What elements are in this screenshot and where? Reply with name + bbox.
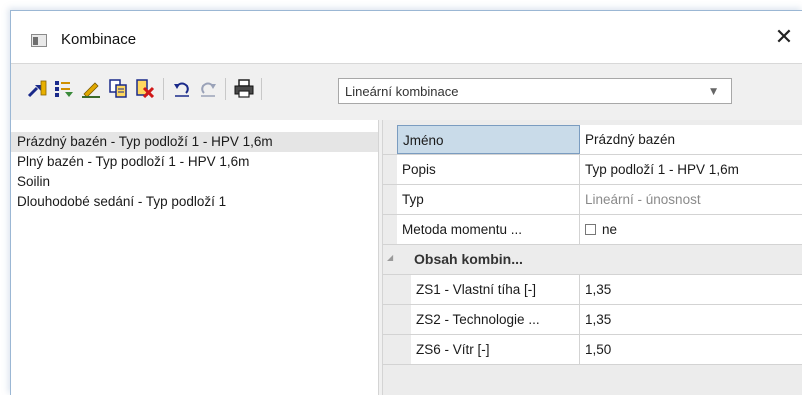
redo-icon[interactable]	[197, 78, 219, 98]
coefficient-field[interactable]: 1,35	[580, 275, 802, 304]
collapse-icon[interactable]: ◢	[387, 253, 393, 262]
edit-icon[interactable]	[80, 78, 102, 98]
category-label: Obsah kombin...	[414, 251, 523, 267]
property-row: Metoda momentu ... ne	[383, 215, 802, 245]
coefficient-field[interactable]: 1,50	[580, 335, 802, 364]
combination-type-select[interactable]: Lineární kombinace ▼	[338, 78, 732, 104]
list-item[interactable]: Soilin	[17, 172, 50, 192]
property-row: ZS1 - Vlastní tíha [-] 1,35	[383, 275, 802, 305]
property-name[interactable]: Typ	[397, 185, 580, 214]
coefficient-field[interactable]: 1,35	[580, 305, 802, 334]
toolbar-separator	[261, 78, 262, 100]
list-item[interactable]: Prázdný bazén - Typ podloží 1 - HPV 1,6m	[11, 132, 378, 152]
property-name[interactable]: Metoda momentu ...	[397, 215, 580, 244]
row-gutter	[383, 305, 411, 334]
window-title: Kombinace	[61, 31, 137, 48]
row-gutter	[383, 215, 397, 244]
row-gutter	[383, 185, 397, 214]
toolbar-separator	[225, 78, 226, 100]
undo-icon[interactable]	[171, 78, 193, 98]
row-gutter	[383, 275, 411, 304]
new-combination-icon[interactable]	[26, 78, 48, 98]
print-icon[interactable]	[233, 78, 255, 98]
property-name[interactable]: ZS6 - Vítr [-]	[411, 335, 580, 364]
list-item[interactable]: Dlouhodobé sedání - Typ podloží 1	[17, 192, 226, 212]
property-name[interactable]: Jméno	[397, 125, 580, 154]
combination-list: Prázdný bazén - Typ podloží 1 - HPV 1,6m…	[11, 120, 378, 395]
property-grid: Jméno Prázdný bazén Popis Typ podloží 1 …	[383, 120, 802, 395]
combination-type-value: Lineární kombinace	[345, 84, 459, 99]
property-row: ZS2 - Technologie ... 1,35	[383, 305, 802, 335]
moment-method-checkbox[interactable]	[585, 224, 596, 235]
property-row: Popis Typ podloží 1 - HPV 1,6m	[383, 155, 802, 185]
property-name[interactable]: ZS1 - Vlastní tíha [-]	[411, 275, 580, 304]
copy-icon[interactable]	[107, 78, 129, 98]
list-item[interactable]: Plný bazén - Typ podloží 1 - HPV 1,6m	[17, 152, 249, 172]
title-bar[interactable]: Kombinace ✕	[11, 11, 802, 63]
row-gutter	[383, 125, 397, 154]
combinations-window: Kombinace ✕ Lineární kombinace ▼ Prázdný…	[10, 10, 802, 395]
moment-method-label: ne	[602, 222, 618, 237]
name-field[interactable]: Prázdný bazén	[580, 125, 802, 154]
property-row: ZS6 - Vítr [-] 1,50	[383, 335, 802, 365]
row-gutter	[383, 335, 411, 364]
window-icon	[31, 34, 47, 47]
toolbar: Lineární kombinace ▼	[11, 63, 802, 121]
property-row: Jméno Prázdný bazén	[383, 125, 802, 155]
category-combination-content[interactable]: ◢ Obsah kombin...	[383, 245, 802, 275]
property-row: Typ Lineární - únosnost	[383, 185, 802, 215]
moment-method-field[interactable]: ne	[580, 215, 802, 244]
chevron-down-icon: ▼	[710, 87, 717, 97]
type-field: Lineární - únosnost	[580, 185, 802, 214]
toolbar-separator	[163, 78, 164, 100]
property-name[interactable]: ZS2 - Technologie ...	[411, 305, 580, 334]
row-gutter	[383, 155, 397, 184]
close-button[interactable]: ✕	[771, 25, 797, 51]
description-field[interactable]: Typ podloží 1 - HPV 1,6m	[580, 155, 802, 184]
delete-icon[interactable]	[134, 78, 156, 98]
property-name[interactable]: Popis	[397, 155, 580, 184]
generate-combinations-icon[interactable]	[53, 78, 75, 98]
